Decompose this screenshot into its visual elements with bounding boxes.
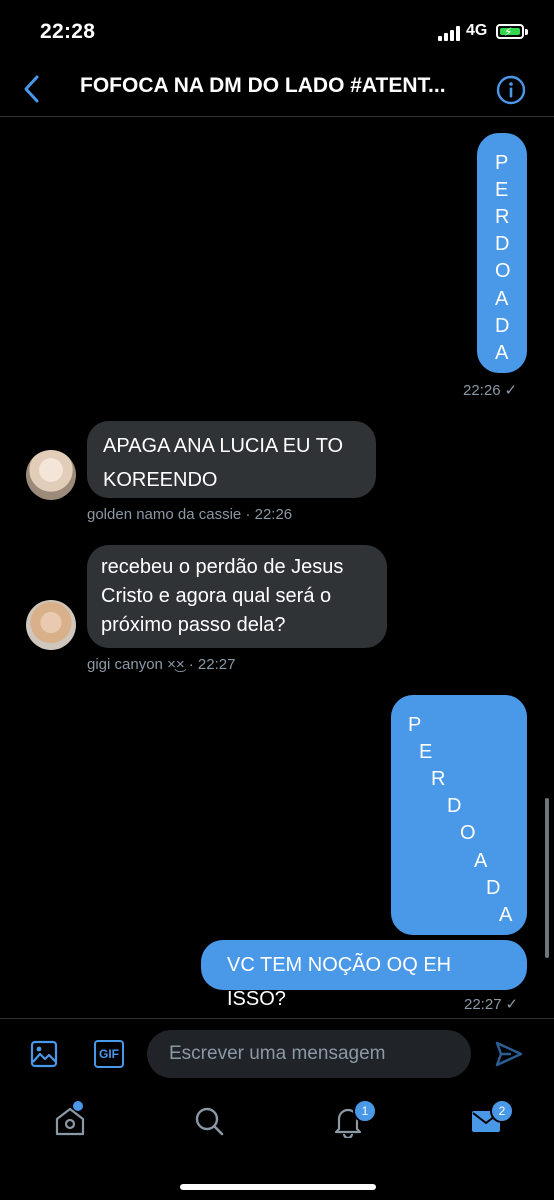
status-time: 22:28 (40, 20, 96, 43)
notifications-badge: 1 (353, 1099, 377, 1123)
avatar[interactable] (26, 600, 76, 650)
sender-name: golden namo da cassie (87, 506, 242, 523)
message-time: · 22:26 (245, 506, 293, 523)
read-check-icon: ✓ (504, 382, 518, 399)
message-text: VC TEM NOÇÃO OQ EH ISSO? (227, 954, 452, 1010)
sender-name: gigi canyon (87, 656, 163, 673)
message-text: APAGA ANA LUCIA EU TO KOREENDO (103, 435, 344, 491)
message-time: · 22:27 (188, 656, 236, 673)
read-check-icon: ✓ (505, 996, 519, 1013)
message-bubble-incoming[interactable]: APAGA ANA LUCIA EU TO KOREENDO (87, 421, 376, 498)
message-meta: gigi canyon ×͜× · 22:27 (87, 656, 235, 673)
message-meta: golden namo da cassie · 22:26 (87, 506, 292, 523)
home-indicator (180, 1184, 376, 1190)
image-icon[interactable] (30, 1040, 58, 1068)
avatar[interactable] (26, 450, 76, 500)
home-dot-badge (72, 1100, 84, 1112)
messages-badge: 2 (490, 1099, 514, 1123)
message-bubble-incoming[interactable]: recebeu o perdão de Jesus Cristo e agora… (87, 545, 387, 648)
signal-icon (438, 26, 464, 41)
sender-emoji: ×͜× (167, 656, 185, 673)
message-bubble-outgoing[interactable]: P E R D O A D A (391, 695, 527, 935)
battery-cap (525, 29, 528, 35)
scrollbar[interactable] (545, 798, 549, 958)
message-letter: A (499, 904, 513, 926)
message-letter: A (495, 342, 509, 364)
message-meta: 22:27 ✓ (464, 995, 518, 1013)
composer-divider (0, 1018, 554, 1019)
message-letter: R (431, 768, 446, 790)
gif-button[interactable]: GIF (94, 1040, 124, 1068)
search-icon[interactable] (192, 1104, 226, 1138)
message-text: recebeu o perdão de Jesus Cristo e agora… (101, 556, 344, 636)
message-time: 22:27 (464, 996, 502, 1013)
send-icon[interactable] (494, 1040, 524, 1068)
network-type: 4G (466, 22, 488, 39)
info-icon[interactable] (496, 75, 526, 105)
message-bubble-outgoing[interactable]: VC TEM NOÇÃO OQ EH ISSO? (201, 940, 527, 1010)
battery-icon: ⚡ (496, 24, 524, 39)
message-bubble-outgoing[interactable]: P E R D O A D A (477, 133, 527, 373)
back-chevron-icon[interactable] (18, 72, 48, 106)
message-meta: 22:26 ✓ (463, 381, 517, 399)
message-input[interactable] (147, 1030, 471, 1078)
header-divider (0, 116, 554, 117)
conversation-title: FOFOCA NA DM DO LADO #ATENT... (80, 74, 446, 97)
message-time: 22:26 (463, 382, 501, 399)
